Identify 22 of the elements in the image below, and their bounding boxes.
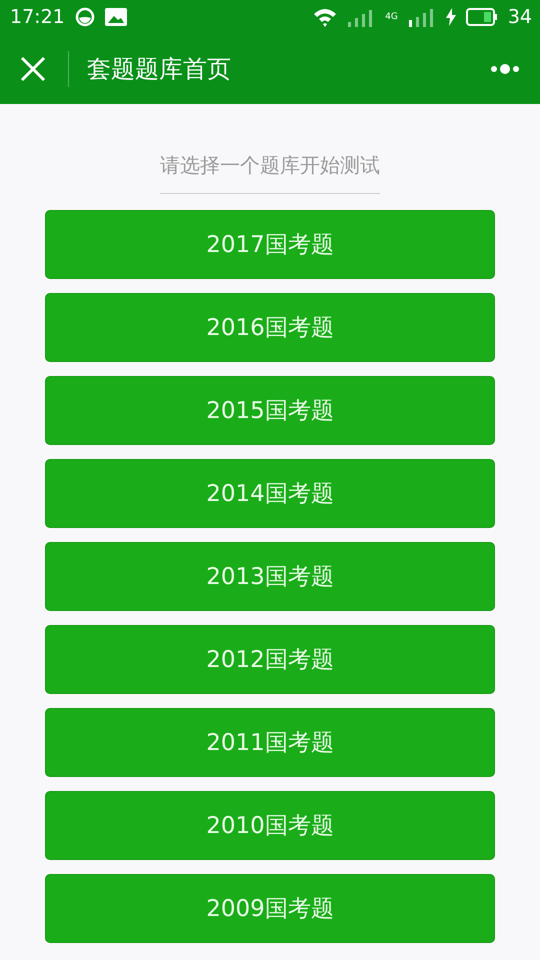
page-title: 套题题库首页 (87, 54, 231, 85)
instruction-text: 请选择一个题库开始测试 (160, 152, 380, 194)
question-bank-button[interactable]: 2010国考题 (45, 791, 495, 860)
question-bank-button[interactable]: 2014国考题 (45, 459, 495, 528)
question-bank-button[interactable]: 2015国考题 (45, 376, 495, 445)
signal-icon (408, 7, 436, 27)
app-notification-icon (74, 7, 95, 27)
battery-percentage: 34 (508, 6, 532, 28)
question-bank-button[interactable]: 2016国考题 (45, 293, 495, 362)
more-icon[interactable] (490, 63, 520, 75)
battery-icon (466, 8, 498, 26)
question-bank-button[interactable]: 2012国考题 (45, 625, 495, 694)
question-bank-button[interactable]: 2011国考题 (45, 708, 495, 777)
wifi-icon (313, 7, 338, 27)
close-icon[interactable] (20, 56, 46, 82)
image-notification-icon (104, 8, 127, 26)
charging-icon (446, 8, 456, 26)
question-bank-button[interactable]: 2013国考题 (45, 542, 495, 611)
question-bank-button[interactable]: 2009国考题 (45, 874, 495, 943)
network-type: 4G (385, 12, 398, 22)
status-time: 17:21 (10, 6, 65, 28)
question-bank-button[interactable]: 2017国考题 (45, 210, 495, 279)
